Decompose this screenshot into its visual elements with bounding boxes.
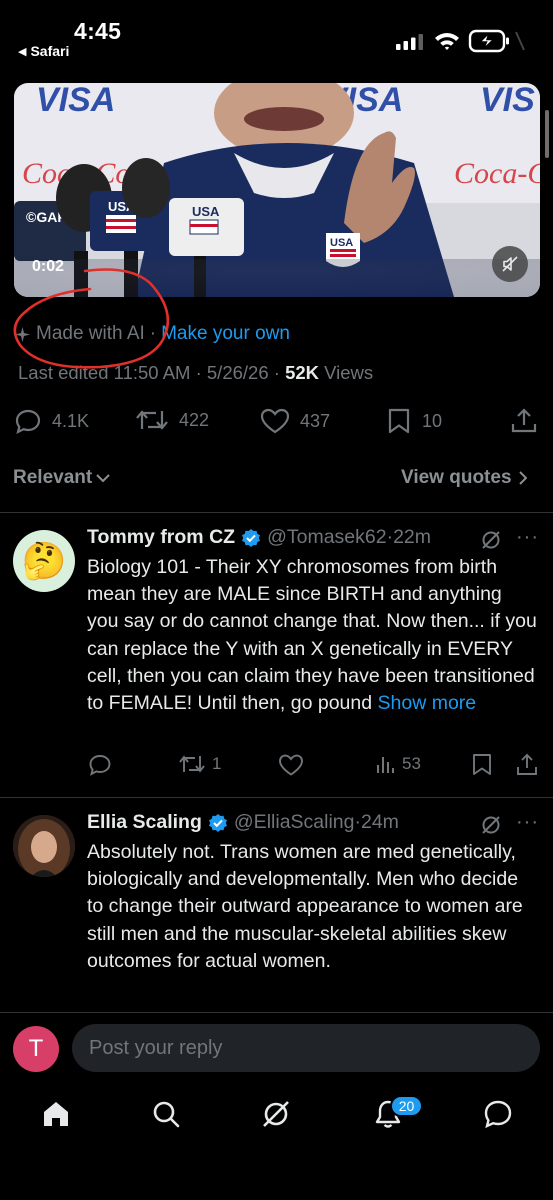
repost-button[interactable]: 422 [135,407,209,433]
views-count: 52K [285,362,320,383]
page-scrollbar[interactable] [545,110,549,158]
avatar[interactable] [13,815,75,877]
reply-input[interactable] [72,1024,540,1072]
back-arrow-icon: ◀ [18,45,27,58]
author-handle[interactable]: @ElliaScaling [234,811,355,834]
tab-messages[interactable] [482,1098,514,1130]
bookmark-icon [388,408,410,434]
reply-text: Absolutely not. Trans women are med gene… [87,841,523,972]
svg-text:VISA: VISA [36,83,115,119]
repost-count: 422 [179,409,210,430]
author-name[interactable]: Ellia Scaling [87,811,202,834]
reply-header: Ellia Scaling @ElliaScaling ·24m [87,811,399,834]
author-handle[interactable]: @Tomasek62 [267,526,387,549]
views-label: Views [319,362,374,383]
repost-icon [136,410,168,430]
repost-count: 1 [212,754,222,773]
thinking-face-emoji: 🤔 [21,540,67,581]
more-options-icon[interactable]: ··· [516,811,539,834]
bookmark-count: 10 [422,410,443,431]
show-more-link[interactable]: Show more [378,692,477,714]
home-icon [44,1102,68,1126]
share-upload-icon [517,753,537,775]
svg-text:USA: USA [330,237,353,249]
share-upload-icon [511,408,537,433]
reply-count: 4.1K [52,410,90,431]
status-bar-time: 4:45 [74,18,122,44]
composer-avatar[interactable]: T [13,1026,59,1072]
like-button[interactable]: 437 [260,407,330,435]
svg-text:VIS: VIS [480,83,535,119]
heart-icon [260,408,290,434]
share-button[interactable] [510,407,538,435]
repost-button[interactable]: 1 [178,753,221,775]
chevron-down-icon [96,474,110,483]
reply-item[interactable]: Ellia Scaling @ElliaScaling ·24m ··· Abs… [0,797,553,1012]
views-bar-chart-icon [377,757,394,773]
notifications-badge: 20 [390,1095,423,1117]
back-app-label: Safari [30,43,70,59]
reply-item[interactable]: 🤔 Tommy from CZ @Tomasek62 ·22m ··· Biol… [0,512,553,797]
svg-text:Coca-Co: Coca-Co [454,157,540,190]
view-quotes-link[interactable]: View quotes [401,467,527,489]
chevron-right-icon [518,471,527,485]
like-button[interactable] [278,753,304,777]
bookmark-button[interactable]: 10 [386,407,442,435]
bookmark-icon [473,754,491,775]
views-count: 53 [402,754,421,773]
divider [0,1012,553,1013]
grok-icon [263,1101,289,1127]
mute-toggle-button[interactable] [492,246,528,282]
tab-home[interactable] [40,1098,72,1130]
chat-bubble-icon [484,1100,512,1129]
views-stat[interactable]: 53 [374,753,421,775]
tab-grok[interactable] [260,1098,292,1130]
verified-badge-icon [242,528,261,547]
reply-time: ·22m [386,526,432,548]
more-options-icon[interactable]: ··· [516,526,539,549]
cellular-signal-icon [396,34,424,50]
reply-text: Biology 101 - Their XY chromosomes from … [87,554,537,717]
avatar[interactable]: 🤔 [13,530,75,592]
sort-label: Relevant [13,467,93,488]
reply-button[interactable] [88,753,112,777]
reply-time: ·24m [354,811,399,833]
grok-icon[interactable] [480,814,502,836]
wifi-icon [434,31,460,51]
reply-actions: 1 53 [0,753,553,783]
view-quotes-label: View quotes [401,467,512,488]
share-button[interactable] [515,753,539,777]
svg-text:USA: USA [192,204,220,219]
author-name[interactable]: Tommy from CZ [87,526,235,549]
red-circle-annotation [0,255,240,375]
repost-icon [179,755,205,773]
battery-charging-icon [468,29,526,53]
verified-badge-icon [208,813,227,832]
reply-body: Biology 101 - Their XY chromosomes from … [87,556,537,715]
bookmark-button[interactable] [471,753,493,777]
reply-bubble-icon [15,409,41,435]
reply-bubble-icon [89,755,111,776]
heart-icon [279,754,303,776]
reply-button[interactable]: 4.1K [14,407,89,435]
sort-relevant-dropdown[interactable]: Relevant [13,467,110,489]
profile-photo [13,815,75,877]
like-count: 437 [300,410,331,431]
speaker-muted-icon [502,256,518,272]
back-to-app-link[interactable]: ◀ Safari [18,43,69,59]
reply-header: Tommy from CZ @Tomasek62 ·22m [87,526,431,549]
tab-search[interactable] [150,1098,182,1130]
search-icon [153,1101,180,1128]
grok-icon[interactable] [480,529,502,551]
